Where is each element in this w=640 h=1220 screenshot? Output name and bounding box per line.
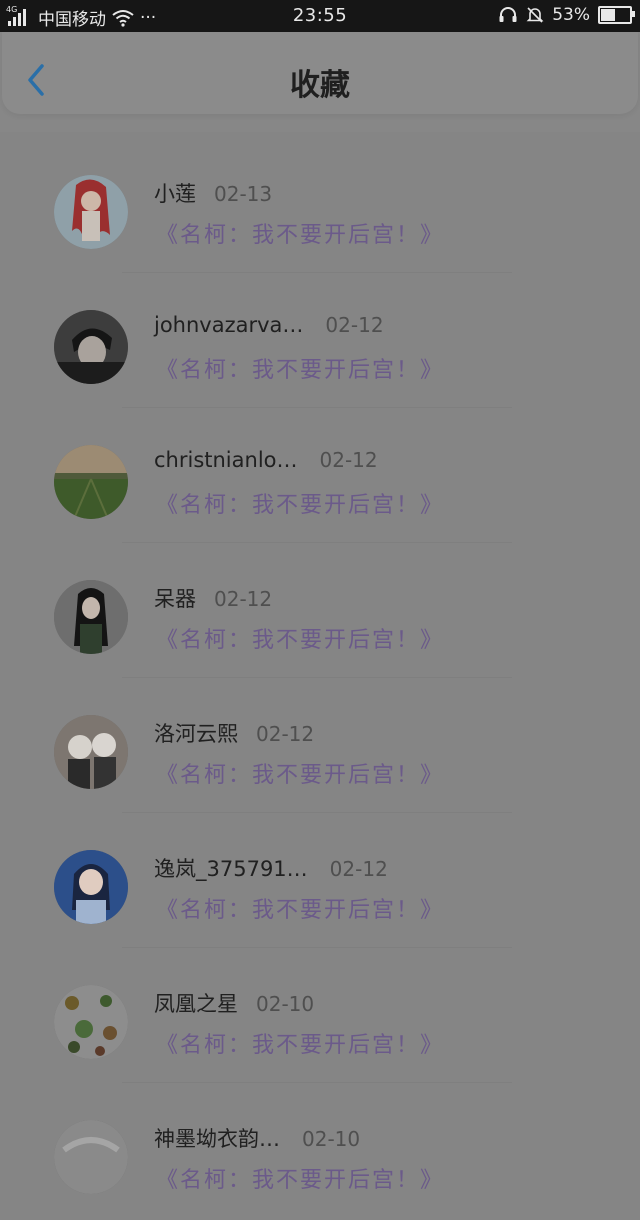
battery-icon: [598, 6, 635, 24]
avatar[interactable]: [54, 850, 128, 924]
list-item[interactable]: 洛河云熙 02-12 《名柯：我不要开后宫！》: [0, 680, 640, 815]
date: 02-12: [214, 587, 273, 611]
list-item[interactable]: johnvazarva… 02-12 《名柯：我不要开后宫！》: [0, 275, 640, 410]
avatar[interactable]: [54, 1120, 128, 1194]
user-name: 小莲: [154, 182, 196, 206]
avatar[interactable]: [54, 715, 128, 789]
status-bar: 4G 中国移动 ··· 23:55 53%: [0, 0, 640, 32]
favorites-list: 小莲 02-13 《名柯：我不要开后宫！》 johnvazarva… 02-12…: [0, 140, 640, 1220]
user-name: christnianlo…: [154, 448, 298, 472]
battery-percent: 53%: [552, 5, 590, 25]
favorite-title[interactable]: 《名柯：我不要开后宫！》: [156, 487, 444, 519]
user-name: 洛河云熙: [154, 722, 238, 746]
date: 02-12: [256, 722, 315, 746]
divider: [122, 1082, 512, 1083]
favorite-title[interactable]: 《名柯：我不要开后宫！》: [156, 1027, 444, 1059]
divider: [122, 947, 512, 948]
page-title: 收藏: [290, 68, 350, 103]
user-name: 凤凰之星: [154, 992, 238, 1016]
headset-icon: [499, 7, 517, 22]
user-name: 呆器: [154, 587, 196, 611]
date: 02-10: [256, 992, 315, 1016]
date: 02-13: [214, 182, 273, 206]
list-item[interactable]: 呆器 02-12 《名柯：我不要开后宫！》: [0, 545, 640, 680]
favorite-title[interactable]: 《名柯：我不要开后宫！》: [156, 892, 444, 924]
list-item[interactable]: 逸岚_375791… 02-12 《名柯：我不要开后宫！》: [0, 815, 640, 950]
mute-bell-icon: [526, 7, 544, 23]
avatar[interactable]: [54, 175, 128, 249]
list-item[interactable]: 凤凰之星 02-10 《名柯：我不要开后宫！》: [0, 950, 640, 1085]
list-item[interactable]: 小莲 02-13 《名柯：我不要开后宫！》: [0, 140, 640, 275]
date: 02-12: [329, 857, 388, 881]
favorite-title[interactable]: 《名柯：我不要开后宫！》: [156, 217, 444, 249]
list-item[interactable]: christnianlo… 02-12 《名柯：我不要开后宫！》: [0, 410, 640, 545]
favorite-title[interactable]: 《名柯：我不要开后宫！》: [156, 352, 444, 384]
divider: [122, 407, 512, 408]
favorite-title[interactable]: 《名柯：我不要开后宫！》: [156, 1162, 444, 1194]
user-name: 神墨坳衣韵…: [154, 1127, 280, 1151]
date: 02-12: [325, 313, 384, 337]
divider: [122, 542, 512, 543]
avatar[interactable]: [54, 985, 128, 1059]
date: 02-12: [319, 448, 378, 472]
divider: [122, 812, 512, 813]
date: 02-10: [302, 1127, 361, 1151]
header: 收藏: [0, 32, 640, 132]
avatar[interactable]: [54, 580, 128, 654]
divider: [122, 677, 512, 678]
user-name: 逸岚_375791…: [154, 857, 308, 881]
avatar[interactable]: [54, 445, 128, 519]
avatar[interactable]: [54, 310, 128, 384]
favorite-title[interactable]: 《名柯：我不要开后宫！》: [156, 622, 444, 654]
list-item[interactable]: 神墨坳衣韵… 02-10 《名柯：我不要开后宫！》: [0, 1085, 640, 1220]
user-name: johnvazarva…: [154, 313, 304, 337]
favorite-title[interactable]: 《名柯：我不要开后宫！》: [156, 757, 444, 789]
header-bar: 收藏: [2, 32, 638, 114]
divider: [122, 272, 512, 273]
